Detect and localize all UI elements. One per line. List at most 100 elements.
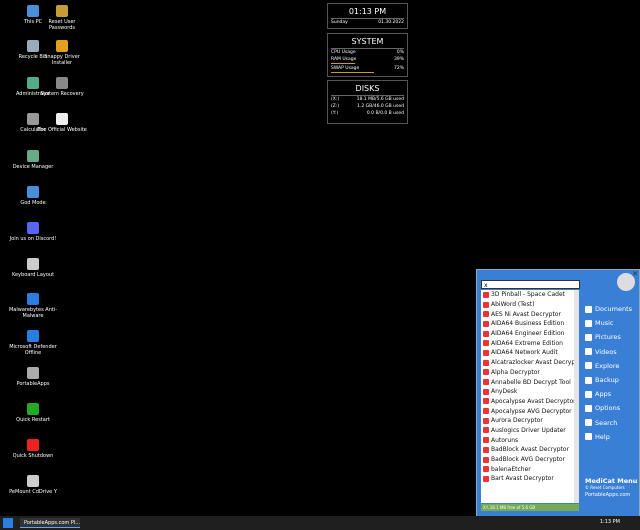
app-list-item-label: BadBlock AVG Decryptor (491, 456, 566, 464)
medicat-launcher: x ✕ 3D Pinball - Space Cadet AbiWord (Tes… (476, 269, 640, 518)
search-icon (585, 419, 592, 427)
app-list-item-label: AIDA64 Extreme Edition (491, 339, 563, 347)
videos-icon (585, 348, 592, 356)
app-list-item[interactable]: BadBlock Avast Decryptor (481, 445, 579, 455)
app-icon (483, 427, 489, 434)
app-icon (483, 456, 489, 463)
app-list-item[interactable]: 3D Pinball - Space Cadet (481, 290, 579, 300)
site-link[interactable]: PortableApps.com (585, 492, 630, 498)
app-list-item[interactable]: AbiWord (Test) (481, 300, 579, 310)
help-icon (585, 433, 592, 441)
app-list-item[interactable]: Apocalypse Avast Decryptor (481, 397, 579, 407)
app-list-item-label: balenaEtcher (491, 465, 531, 473)
desktop-icon[interactable]: God Mode (8, 186, 58, 206)
nav-item-options[interactable]: Options (585, 401, 637, 415)
desktop-icon[interactable]: Reset User Passwords (37, 5, 87, 31)
app-icon (483, 466, 489, 473)
taskbar-app[interactable]: PortableApps.com Pl... (20, 518, 80, 528)
app-list-item-label: Apocalypse Avast Decryptor (491, 397, 576, 405)
clock-date: 01.30.2022 (378, 20, 404, 25)
desktop-icon[interactable]: The Official Website (37, 113, 87, 133)
app-list-item[interactable]: Alpha Decryptor (481, 368, 579, 378)
app-icon (483, 349, 489, 356)
desktop-icon[interactable]: Snappy Driver Installer (37, 40, 87, 66)
start-icon[interactable] (3, 518, 13, 528)
app-list-item[interactable]: Aurora Decryptor (481, 416, 579, 426)
nav-item-backup[interactable]: Backup (585, 373, 637, 387)
desktop-icon[interactable]: Quick Restart (8, 403, 58, 423)
app-list-item[interactable]: Apocalypse AVG Decryptor (481, 406, 579, 416)
app-icon (27, 439, 39, 451)
nav-item-label: Backup (595, 376, 619, 385)
app-list-item[interactable]: Alcatrazlocker Avast Decryptor (481, 358, 579, 368)
app-list-item[interactable]: Autoruns (481, 435, 579, 445)
app-list-item-label: Alcatrazlocker Avast Decryptor (491, 359, 579, 367)
desktop-icon-label: Reset User Passwords (48, 19, 76, 31)
nav-item-documents[interactable]: Documents (585, 302, 637, 316)
desktop-icon[interactable]: PeMount CdDrive Y (8, 475, 58, 495)
app-icon (56, 77, 68, 89)
app-list-item[interactable]: BadBlock AVG Decryptor (481, 455, 579, 465)
nav-item-videos[interactable]: Videos (585, 345, 637, 359)
app-list-item-label: Bart Avast Decryptor (491, 475, 554, 483)
app-list-item[interactable]: AES Ni Avast Decryptor (481, 309, 579, 319)
app-list-item-label: Auslogics Driver Updater (491, 426, 566, 434)
app-list-item[interactable]: AIDA64 Extreme Edition (481, 338, 579, 348)
desktop-icon[interactable]: Device Manager (8, 150, 58, 170)
app-list-item[interactable]: AIDA64 Network Audit (481, 348, 579, 358)
clock-day: Sunday (331, 20, 348, 25)
launcher-nav: Documents Music Pictures Videos Explore Backu… (585, 302, 637, 444)
app-list-item[interactable]: Bart Avast Decryptor (481, 474, 579, 484)
nav-item-help[interactable]: Help (585, 430, 637, 444)
app-icon (483, 379, 489, 386)
app-icon (56, 113, 68, 125)
app-list-item-label: Alpha Decryptor (491, 368, 540, 376)
app-list-item-label: 3D Pinball - Space Cadet (491, 291, 566, 299)
ram-label: RAM Usage (331, 57, 357, 62)
app-icon (27, 475, 39, 487)
app-list-item[interactable]: Annabelle BD Decrypt Tool (481, 377, 579, 387)
nav-item-label: Pictures (595, 333, 621, 342)
disk-value: 18.1 MB/5.6 GB used (356, 97, 404, 102)
ram-value: 39% (393, 57, 404, 62)
app-icon (483, 369, 489, 376)
nav-item-apps[interactable]: Apps (585, 387, 637, 401)
app-list-item[interactable]: AIDA64 Engineer Edition (481, 329, 579, 339)
disk-label: (Y:) (331, 111, 339, 116)
desktop-icon[interactable]: Quick Shutdown (8, 439, 58, 459)
app-list-item-label: AIDA64 Engineer Edition (491, 330, 565, 338)
app-icon (483, 398, 489, 405)
desktop-icon[interactable]: Join us on Discord! (8, 222, 58, 242)
app-list-item[interactable]: Auslogics Driver Updater (481, 426, 579, 436)
disks-title: DISKS (331, 81, 404, 96)
desktop-icon[interactable]: Malwarebytes Anti-Malware (8, 293, 58, 319)
disk-value: 1.2 GB/46.0 GB used (357, 104, 404, 109)
desktop-icon-label: PeMount CdDrive Y (9, 489, 57, 495)
nav-item-explore[interactable]: Explore (585, 359, 637, 373)
app-list-item[interactable]: AnyDesk (481, 387, 579, 397)
app-list-item[interactable]: balenaEtcher (481, 464, 579, 474)
brand-title: MediCat Menu (585, 477, 638, 485)
nav-item-search[interactable]: Search (585, 416, 637, 430)
desktop-icon[interactable]: System Recovery (37, 77, 87, 97)
pictures-icon (585, 333, 592, 341)
nav-item-pictures[interactable]: Pictures (585, 330, 637, 344)
close-icon[interactable]: ✕ (632, 270, 638, 278)
system-title: SYSTEM (331, 34, 404, 49)
app-list-item-label: AES Ni Avast Decryptor (491, 310, 561, 318)
nav-item-music[interactable]: Music (585, 316, 637, 330)
clock-widget: 01:13 PM Sunday 01.30.2022 (327, 3, 408, 29)
swap-label: SWAP Usage (331, 66, 360, 71)
app-list-item[interactable]: AIDA64 Business Edition (481, 319, 579, 329)
app-list-scrollbar[interactable] (574, 290, 579, 503)
desktop-icon[interactable]: PortableApps (8, 367, 58, 387)
backup-icon (585, 376, 592, 384)
desktop-icon-label: Microsoft Defender Offline (9, 344, 57, 356)
taskbar-time[interactable]: 1:13 PM (600, 519, 620, 525)
app-icon (483, 330, 489, 337)
desktop-icon[interactable]: Keyboard Layout (8, 258, 58, 278)
launcher-search-input[interactable]: x (481, 280, 580, 289)
nav-item-label: Search (595, 418, 618, 427)
system-widget: SYSTEM CPU Usage 0% RAM Usage 39% SWAP Usa… (327, 33, 408, 77)
desktop-icon[interactable]: Microsoft Defender Offline (8, 330, 58, 356)
